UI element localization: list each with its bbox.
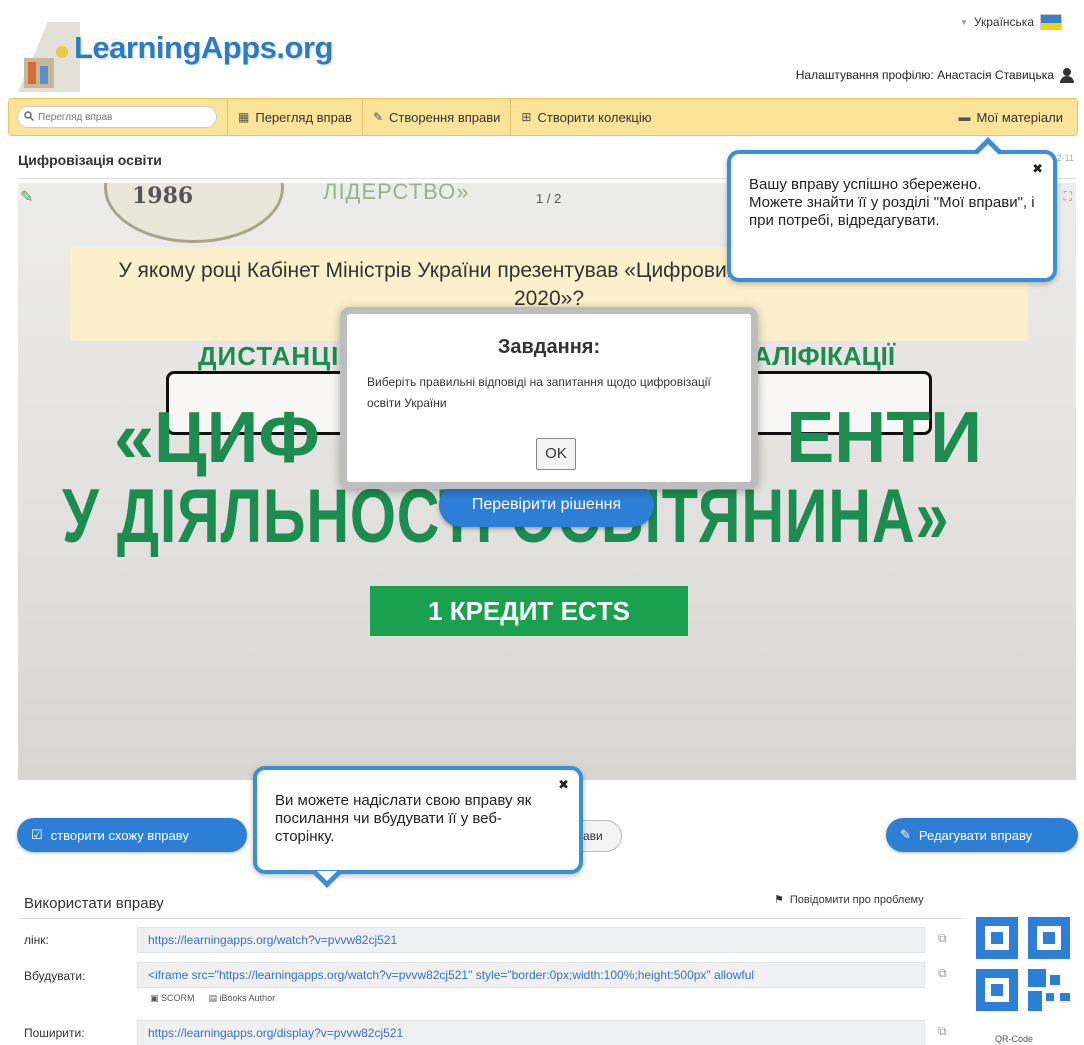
language-label: Українська bbox=[973, 15, 1034, 29]
search-box[interactable] bbox=[17, 106, 217, 128]
nav-browse-exercises[interactable]: ▦ Перегляд вправ bbox=[227, 98, 362, 136]
share-tooltip-text: Ви можете надіслати свою вправу як посил… bbox=[275, 792, 532, 845]
embed-label: Вбудувати: bbox=[24, 969, 86, 983]
close-icon[interactable]: ✖ bbox=[1032, 160, 1043, 178]
course-text-right: АЛІФІКАЦІЇ bbox=[753, 341, 896, 371]
check-solution-button[interactable]: Перевірити рішення bbox=[439, 483, 654, 527]
nav-my-materials-label: Мої матеріали bbox=[976, 109, 1063, 125]
share-tooltip: ✖ Ви можете надіслати свою вправу як пос… bbox=[253, 766, 583, 888]
seal-year: 1986 bbox=[132, 183, 194, 209]
pencil-icon: ✎ bbox=[900, 827, 911, 842]
logo-art bbox=[18, 12, 80, 92]
nav-browse-label: Перегляд вправ bbox=[255, 109, 352, 125]
search-input[interactable] bbox=[38, 111, 208, 123]
page-title: Цифровізація освіти bbox=[18, 152, 162, 168]
collection-icon: ⊞ bbox=[521, 110, 532, 124]
saved-tooltip: ✖ Вашу вправу успішно збережено. Можете … bbox=[727, 137, 1057, 282]
user-icon bbox=[1060, 68, 1074, 83]
nav-collection-label: Створити колекцію bbox=[537, 109, 652, 125]
ok-button[interactable]: OK bbox=[536, 438, 576, 470]
language-selector[interactable]: ▼ Українська bbox=[960, 14, 1062, 30]
copy-icon[interactable]: ⧉ bbox=[938, 931, 947, 946]
share-field[interactable]: https://learningapps.org/display?v=pvvw8… bbox=[137, 1020, 925, 1045]
edit-square-icon: ☑ bbox=[31, 827, 43, 842]
profile-link[interactable]: Налаштування профілю: Анастасія Ставицьк… bbox=[795, 68, 1074, 83]
date-fragment: 2-11 bbox=[1056, 153, 1074, 163]
profile-label: Налаштування профілю: Анастасія Ставицьк… bbox=[795, 68, 1054, 82]
close-icon[interactable]: ✖ bbox=[558, 776, 569, 794]
dropdown-icon: ▼ bbox=[959, 17, 968, 27]
course-title-right: ЕНТИ bbox=[786, 398, 982, 478]
create-similar-label: створити схожу вправу bbox=[50, 827, 189, 843]
modal-title: Завдання: bbox=[497, 336, 601, 358]
search-icon bbox=[24, 110, 35, 124]
divider bbox=[18, 918, 963, 919]
edit-exercise-label: Редагувати вправу bbox=[918, 827, 1033, 843]
scorm-label: SCORM bbox=[161, 993, 195, 1003]
flag-icon bbox=[1040, 14, 1062, 30]
link-label: лінк: bbox=[24, 933, 49, 947]
modal-body: Виберіть правильні відповіді на запитанн… bbox=[367, 375, 711, 410]
background-heading: ЛІДЕРСТВО» bbox=[323, 183, 470, 204]
task-modal: Завдання: Виберіть правильні відповіді н… bbox=[340, 307, 758, 489]
report-label: Повідомити про проблему bbox=[789, 893, 924, 906]
page-counter: 1 / 2 bbox=[536, 191, 562, 206]
nav-create-collection[interactable]: ⊞ Створити колекцію bbox=[510, 98, 661, 136]
main-navbar: ▦ Перегляд вправ ✎ Створення вправи ⊞ Ст… bbox=[8, 98, 1078, 136]
saved-tooltip-text: Вашу вправу успішно збережено. Можете зн… bbox=[749, 176, 1035, 229]
link-field[interactable]: https://learningapps.org/watch?v=pvvw82c… bbox=[137, 927, 925, 953]
fullscreen-icon[interactable]: ⛶ bbox=[1064, 189, 1072, 204]
copy-icon[interactable]: ⧉ bbox=[938, 966, 947, 981]
nav-create-exercise[interactable]: ✎ Створення вправи bbox=[361, 98, 510, 136]
ibooks-link[interactable]: ▤ iBooks Author bbox=[209, 993, 276, 1004]
flag-icon: ⚑ bbox=[774, 894, 784, 906]
grid-icon: ▦ bbox=[238, 110, 250, 124]
share-label: Поширити: bbox=[24, 1026, 85, 1040]
embed-field[interactable]: <iframe src="https://learningapps.org/wa… bbox=[137, 962, 925, 988]
folder-icon: ▬ bbox=[958, 110, 971, 124]
logo[interactable]: LearningApps.org bbox=[74, 30, 333, 66]
nav-my-materials[interactable]: ▬ Мої матеріали bbox=[948, 98, 1077, 136]
copy-icon[interactable]: ⧉ bbox=[938, 1024, 947, 1039]
nav-create-label: Створення вправи bbox=[389, 109, 501, 125]
create-similar-button[interactable]: ☑ створити схожу вправу bbox=[17, 818, 247, 852]
course-title-left: «ЦИФ bbox=[114, 398, 320, 478]
scorm-link[interactable]: ▣ SCORM bbox=[150, 993, 195, 1004]
help-icon[interactable]: ✎ bbox=[20, 187, 33, 207]
ects-badge: 1 КРЕДИТ ECTS bbox=[370, 586, 688, 636]
export-links: ▣ SCORM ▤ iBooks Author bbox=[150, 993, 275, 1004]
course-text-left: ДИСТАНЦІ bbox=[198, 341, 340, 371]
edit-exercise-button[interactable]: ✎ Редагувати вправу bbox=[886, 818, 1078, 852]
report-problem-link[interactable]: ⚑ Повідомити про проблему bbox=[774, 893, 924, 907]
ibooks-label: iBooks Author bbox=[219, 993, 276, 1003]
pencil-icon: ✎ bbox=[372, 110, 384, 124]
use-exercise-title: Використати вправу bbox=[24, 895, 164, 912]
qr-code-icon[interactable] bbox=[976, 917, 1072, 1017]
qr-label: QR-Code bbox=[995, 1034, 1034, 1044]
